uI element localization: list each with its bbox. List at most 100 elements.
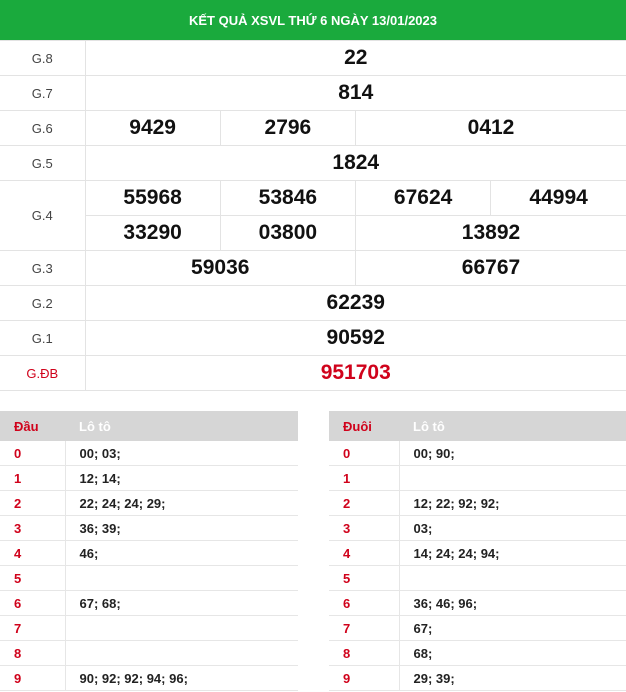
loto-values: 90; 92; 92; 94; 96; xyxy=(65,665,298,691)
loto-values: 29; 39; xyxy=(399,665,626,691)
prize-row-g2: G.2 62239 xyxy=(0,285,626,321)
loto-values: 46; xyxy=(65,540,298,566)
table-row: 8 xyxy=(0,640,298,666)
loto-key: 4 xyxy=(329,540,400,566)
loto-values xyxy=(65,565,298,591)
table-row: 2 12; 22; 92; 92; xyxy=(329,490,626,516)
results-table: G.8 22 G.7 814 G.6 9429 2796 0412 G.5 18… xyxy=(0,40,626,391)
table-row: 5 xyxy=(329,565,626,591)
prize-number: 814 xyxy=(84,75,626,111)
loto-key: 9 xyxy=(329,665,400,691)
prize-row-g1: G.1 90592 xyxy=(0,320,626,356)
prize-row-g3: G.3 59036 66767 xyxy=(0,250,626,286)
prize-number: 53846 xyxy=(219,180,357,216)
prize-number: 44994 xyxy=(490,180,626,216)
table-row: 4 46; xyxy=(0,540,298,566)
prize-number: 67624 xyxy=(354,180,492,216)
prize-label: G.6 xyxy=(0,110,86,146)
loto-values: 22; 24; 24; 29; xyxy=(65,490,298,516)
prize-row-gdb: G.ĐB 951703 xyxy=(0,355,626,391)
loto-values: 67; 68; xyxy=(65,590,298,616)
loto-key: 8 xyxy=(329,640,400,666)
loto-values: 12; 14; xyxy=(65,465,298,491)
loto-values xyxy=(65,640,298,666)
table-row: 6 36; 46; 96; xyxy=(329,590,626,616)
table-row: 9 29; 39; xyxy=(329,665,626,691)
prize-number: 62239 xyxy=(84,285,626,321)
table-row: 0 00; 90; xyxy=(329,441,626,466)
loto-key: 1 xyxy=(329,465,400,491)
loto-key: 4 xyxy=(0,540,66,566)
loto-key: 0 xyxy=(0,441,66,466)
loto-values xyxy=(65,615,298,641)
loto-key: 3 xyxy=(329,515,400,541)
prize-label: G.ĐB xyxy=(0,355,86,391)
prize-row-g4: G.4 55968 53846 67624 44994 xyxy=(0,180,626,251)
table-row: 1 xyxy=(329,465,626,491)
prize-number: 1824 xyxy=(84,145,626,181)
prize-number: 13892 xyxy=(355,215,626,251)
prize-number: 66767 xyxy=(355,250,626,286)
table-row: 5 xyxy=(0,565,298,591)
loto-header-row: Đuôi Lô tô xyxy=(329,411,626,441)
loto-values: 00; 03; xyxy=(65,441,298,466)
prize-row-g7: G.7 814 xyxy=(0,75,626,111)
prize-row-g6: G.6 9429 2796 0412 xyxy=(0,110,626,146)
loto-header: Lô tô xyxy=(399,411,626,441)
loto-key: 2 xyxy=(0,490,66,516)
table-row: 8 68; xyxy=(329,640,626,666)
prize-label: G.7 xyxy=(0,75,86,111)
table-row: 9 90; 92; 92; 94; 96; xyxy=(0,665,298,691)
table-row: 2 22; 24; 24; 29; xyxy=(0,490,298,516)
prize-number: 22 xyxy=(84,40,626,76)
dau-loto-table: Đầu Lô tô 0 00; 03; 1 12; 14; 2 22; 24; 24; 2… xyxy=(0,411,298,691)
prize-label: G.5 xyxy=(0,145,86,181)
table-row: 6 67; 68; xyxy=(0,590,298,616)
prize-number: 03800 xyxy=(219,215,357,251)
table-row: 3 03; xyxy=(329,515,626,541)
table-row: 1 12; 14; xyxy=(0,465,298,491)
loto-key: 6 xyxy=(0,590,66,616)
prize-number: 90592 xyxy=(84,320,626,356)
table-row: 0 00; 03; xyxy=(0,441,298,466)
prize-label: G.4 xyxy=(0,180,86,251)
loto-values: 03; xyxy=(399,515,626,541)
prize-number: 2796 xyxy=(219,110,357,146)
loto-key: 5 xyxy=(329,565,400,591)
table-row: 7 xyxy=(0,615,298,641)
prize-row-g8: G.8 22 xyxy=(0,40,626,76)
duoi-loto-table: Đuôi Lô tô 0 00; 90; 1 2 12; 22; 92; 92; 3 03;… xyxy=(329,411,626,691)
loto-values: 00; 90; xyxy=(399,441,626,466)
prize-number: 55968 xyxy=(84,180,221,216)
prize-label: G.3 xyxy=(0,250,86,286)
prize-label: G.2 xyxy=(0,285,86,321)
loto-key: 7 xyxy=(329,615,400,641)
loto-values: 68; xyxy=(399,640,626,666)
loto-values: 67; xyxy=(399,615,626,641)
loto-key: 5 xyxy=(0,565,66,591)
table-row: 4 14; 24; 24; 94; xyxy=(329,540,626,566)
results-title: KẾT QUẢ XSVL THỨ 6 NGÀY 13/01/2023 xyxy=(0,0,626,40)
prize-label: G.1 xyxy=(0,320,86,356)
prize-number: 33290 xyxy=(84,215,221,251)
prize-number: 9429 xyxy=(84,110,221,146)
loto-values: 14; 24; 24; 94; xyxy=(399,540,626,566)
loto-key: 2 xyxy=(329,490,400,516)
prize-number: 59036 xyxy=(84,250,356,286)
loto-values: 36; 39; xyxy=(65,515,298,541)
loto-values: 36; 46; 96; xyxy=(399,590,626,616)
loto-key: 3 xyxy=(0,515,66,541)
prize-number: 0412 xyxy=(355,110,626,146)
loto-values xyxy=(399,565,626,591)
loto-key: 1 xyxy=(0,465,66,491)
dau-header: Đầu xyxy=(0,411,65,441)
loto-values: 12; 22; 92; 92; xyxy=(399,490,626,516)
loto-section: Đầu Lô tô 0 00; 03; 1 12; 14; 2 22; 24; 24; 2… xyxy=(0,391,626,691)
prize-label: G.8 xyxy=(0,40,86,76)
loto-key: 0 xyxy=(329,441,400,466)
loto-key: 6 xyxy=(329,590,400,616)
loto-key: 7 xyxy=(0,615,66,641)
table-row: 3 36; 39; xyxy=(0,515,298,541)
loto-header: Lô tô xyxy=(65,411,298,441)
duoi-header: Đuôi xyxy=(329,411,399,441)
